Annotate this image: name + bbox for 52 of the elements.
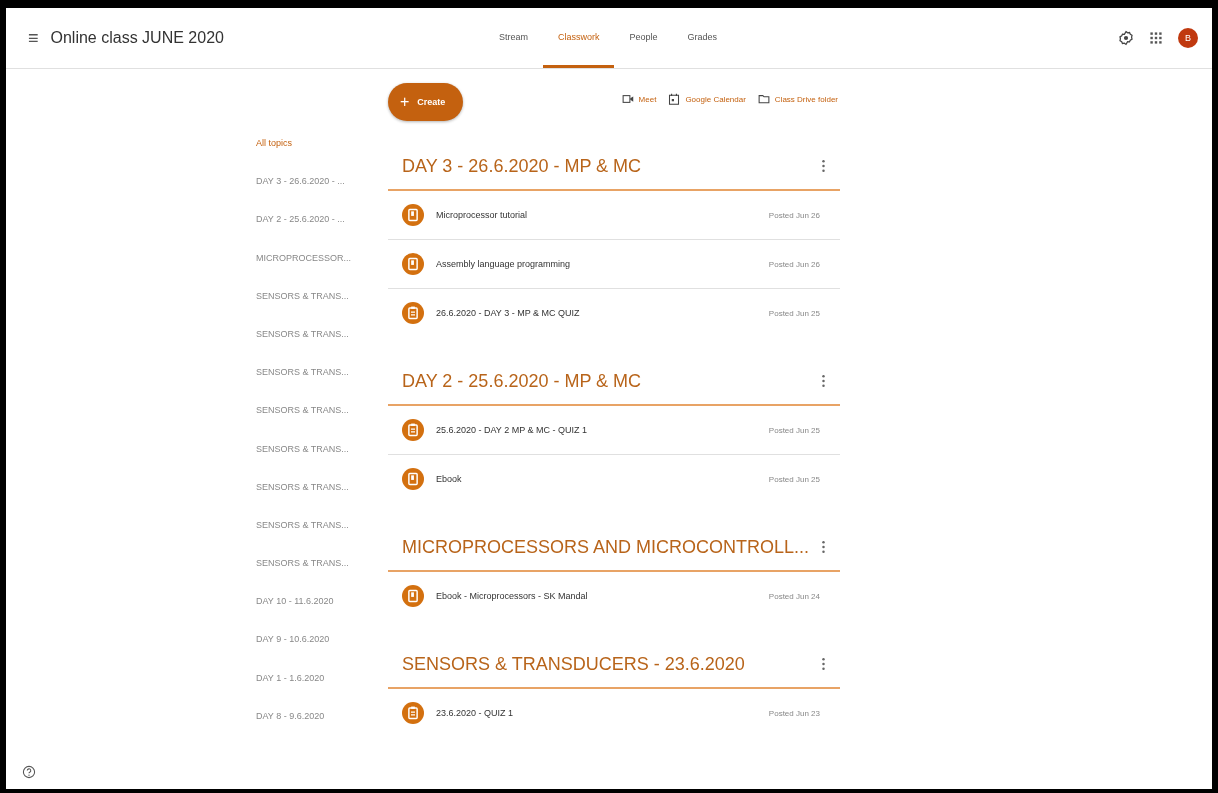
- topic-heading: DAY 2 - 25.6.2020 - MP & MC: [402, 370, 642, 392]
- toolbar-link[interactable]: Google Calendar: [668, 93, 746, 105]
- class-title[interactable]: Online class JUNE 2020: [50, 29, 224, 47]
- classwork-item[interactable]: Ebook - Microprocessors - SK Mandal Posted Jun 24: [388, 572, 840, 620]
- posted-date: Posted Jun 25: [768, 425, 820, 435]
- topic-link[interactable]: SENSORS & TRANS...: [256, 289, 381, 328]
- posted-date: Posted Jun 25: [768, 474, 820, 484]
- topic-link[interactable]: DAY 10 - 11.6.2020: [256, 595, 381, 634]
- topic-link[interactable]: All topics: [256, 137, 381, 176]
- topic-link[interactable]: SENSORS & TRANS...: [256, 557, 381, 596]
- item-title[interactable]: 23.6.2020 - QUIZ 1: [436, 708, 757, 718]
- account-avatar[interactable]: B: [1178, 28, 1198, 48]
- classwork-item[interactable]: Assembly language programming Posted Jun 26: [388, 240, 840, 289]
- topic-heading: DAY 3 - 26.6.2020 - MP & MC: [402, 155, 642, 177]
- topic-link[interactable]: DAY 9 - 10.6.2020: [256, 633, 381, 672]
- posted-date: Posted Jun 23: [768, 708, 820, 718]
- classwork-item[interactable]: 26.6.2020 - DAY 3 - MP & MC QUIZ Posted Jun 25: [388, 289, 840, 337]
- topic-link[interactable]: SENSORS & TRANS...: [256, 480, 381, 519]
- tab[interactable]: Classwork: [542, 8, 615, 68]
- menu-icon[interactable]: ≡: [28, 27, 39, 49]
- topic-link[interactable]: DAY 1 - 1.6.2020: [256, 671, 381, 710]
- item-title[interactable]: Assembly language programming: [436, 259, 757, 269]
- topic-heading: MICROPROCESSORS AND MICROCONTROLL...: [402, 536, 810, 558]
- topic-link[interactable]: SENSORS & TRANS...: [256, 327, 381, 367]
- item-title[interactable]: Ebook: [436, 474, 757, 484]
- item-title[interactable]: Ebook - Microprocessors - SK Mandal: [436, 591, 757, 601]
- topic-link[interactable]: SENSORS & TRANS...: [256, 518, 381, 558]
- toolbar-link[interactable]: Meet: [621, 93, 657, 105]
- topic-link[interactable]: MICROPROCESSOR...: [256, 251, 381, 290]
- classwork-item[interactable]: Ebook Posted Jun 25: [388, 455, 840, 503]
- posted-date: Posted Jun 26: [768, 210, 820, 220]
- topic-link[interactable]: DAY 3 - 26.6.2020 - ...: [256, 175, 381, 214]
- toolbar-link[interactable]: Class Drive folder: [757, 93, 838, 105]
- tab[interactable]: People: [614, 8, 673, 68]
- create-button[interactable]: + Create: [388, 83, 464, 121]
- classwork-item[interactable]: 25.6.2020 - DAY 2 MP & MC - QUIZ 1 Posted Jun 25: [388, 406, 840, 455]
- classwork-item[interactable]: 23.6.2020 - QUIZ 1 Posted Jun 23: [388, 689, 840, 737]
- classwork-item[interactable]: Microprocessor tutorial Posted Jun 26: [388, 191, 840, 240]
- topic-link[interactable]: DAY 8 - 9.6.2020: [256, 709, 381, 748]
- item-title[interactable]: 25.6.2020 - DAY 2 MP & MC - QUIZ 1: [436, 425, 757, 435]
- topic-heading: SENSORS & TRANSDUCERS - 23.6.2020: [402, 653, 745, 675]
- posted-date: Posted Jun 25: [768, 308, 820, 318]
- topic-link[interactable]: SENSORS & TRANS...: [256, 404, 381, 443]
- tab[interactable]: Grades: [672, 8, 733, 68]
- topic-link[interactable]: SENSORS & TRANS...: [256, 366, 381, 405]
- tab[interactable]: Stream: [483, 8, 543, 68]
- item-title[interactable]: 26.6.2020 - DAY 3 - MP & MC QUIZ: [436, 308, 757, 318]
- item-title[interactable]: Microprocessor tutorial: [436, 210, 757, 220]
- posted-date: Posted Jun 24: [768, 591, 820, 601]
- topic-link[interactable]: DAY 2 - 25.6.2020 - ...: [256, 213, 381, 252]
- topic-link[interactable]: SENSORS & TRANS...: [256, 442, 381, 481]
- posted-date: Posted Jun 26: [768, 259, 820, 269]
